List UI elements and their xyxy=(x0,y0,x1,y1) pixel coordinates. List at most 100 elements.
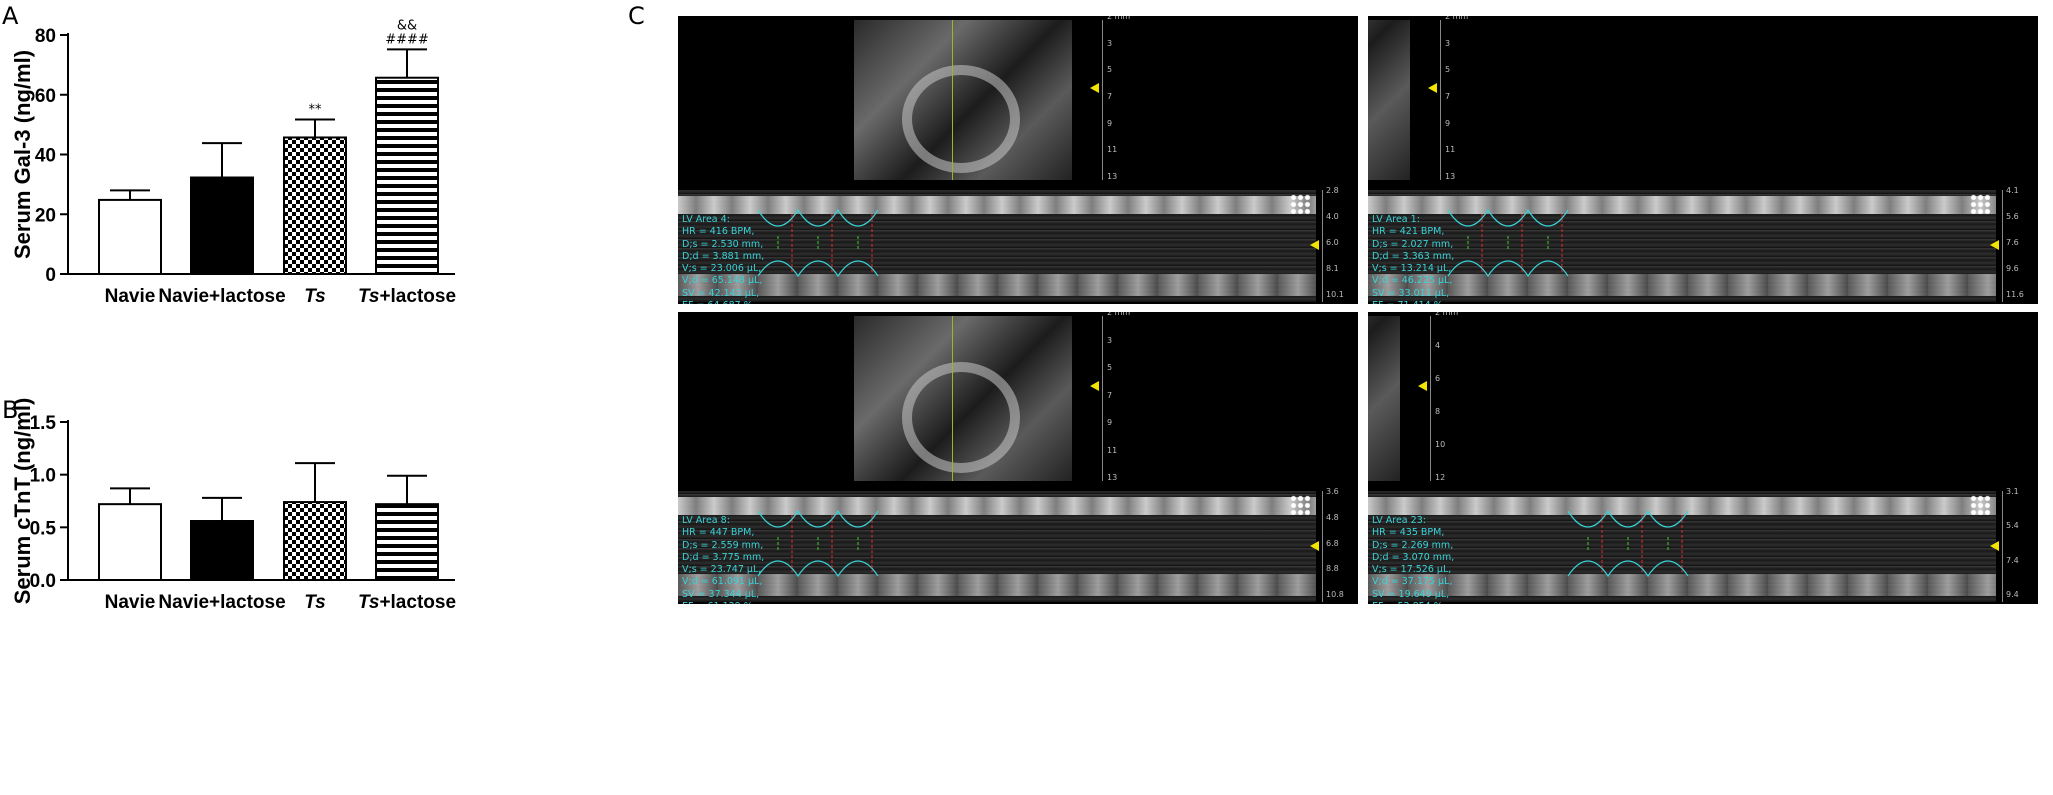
measurement-line: EF = 64.687 %, xyxy=(682,300,782,304)
measurement-line: V;d = 37.175 μL, xyxy=(1372,576,1453,588)
m-scale-label: 11.6 xyxy=(2006,290,2024,299)
depth-scale-label: 2 mm xyxy=(1107,312,1131,317)
depth-marker-icon xyxy=(1090,83,1099,94)
measurement-line: HR = 435 BPM, xyxy=(1372,527,1445,539)
depth-scale-label: 6 xyxy=(1435,374,1441,383)
depth-scale-label: 5 xyxy=(1107,363,1113,372)
m-scale-label: 5.6 xyxy=(2006,212,2019,221)
echo-panel: 2 mm 3 5 7 9 11 13 LV Area 1: HR = 421 BPM, D;s =… xyxy=(1368,16,2038,304)
depth-scale-label: 4 xyxy=(1435,341,1441,350)
significance-label: ** xyxy=(309,103,323,118)
category-label: Ts+lactose xyxy=(358,286,456,307)
measurement-line: SV = 42.143 μL, xyxy=(682,287,760,299)
depth-scale-label: 8 xyxy=(1435,407,1441,416)
measurement-line: V;s = 23.006 μL, xyxy=(682,263,762,275)
significance-label: && xyxy=(397,18,417,33)
depth-scale-label: 13 xyxy=(1107,172,1118,181)
depth-scale-label: 10 xyxy=(1435,440,1446,449)
m-marker-icon xyxy=(1310,240,1319,251)
significance-label: #### xyxy=(385,32,429,47)
measurement-line: V;s = 17.526 μL, xyxy=(1372,564,1452,576)
measurement-line: SV = 37.344 μL, xyxy=(682,588,760,600)
measurement-line: SV = 19.649 μL, xyxy=(1372,588,1450,600)
bar xyxy=(98,503,162,581)
measurement-line: EF = 61.129 %, xyxy=(682,601,782,604)
ventricle-wall xyxy=(901,362,1021,473)
measurement-line: V;d = 65.148 μL, xyxy=(682,275,763,287)
depth-scale-label: 5 xyxy=(1445,65,1451,75)
bar xyxy=(375,503,439,581)
b-mode-image xyxy=(854,316,1072,481)
depth-scale-label: 7 xyxy=(1445,92,1451,101)
cursor-line xyxy=(952,316,954,481)
measurement-line: EF = 71.414 %, xyxy=(1372,300,1472,304)
chart-ctnt: 0.00.51.01.5Serum cTnT (ng/ml) Navie Navie… xyxy=(10,398,456,613)
measurement-line: D;s = 2.530 mm, xyxy=(682,238,764,250)
measurement-line: D;d = 3.070 mm, xyxy=(1372,551,1455,563)
measurement-line: V;d = 61.091 μL, xyxy=(682,576,763,588)
m-scale-line xyxy=(2002,190,2003,302)
depth-marker-icon xyxy=(1418,381,1427,392)
depth-scale-label: 13 xyxy=(1107,473,1118,482)
measurement-line: V;s = 13.214 μL, xyxy=(1372,263,1452,275)
measurement-block: LV Area 1: HR = 421 BPM, D;s = 2.027 mm, D;… xyxy=(1372,214,1472,304)
m-marker-icon xyxy=(1990,240,1999,251)
y-tick-label: 20 xyxy=(35,205,56,226)
depth-scale-label: 2 mm xyxy=(1445,16,1469,21)
m-scale-label: 4.8 xyxy=(1326,512,1339,522)
y-axis-label: Serum Gal-3 (ng/ml) xyxy=(10,50,35,259)
depth-scale-label: 9 xyxy=(1107,418,1113,427)
depth-scale-line xyxy=(1102,316,1103,481)
measurement-line: D;d = 3.881 mm, xyxy=(682,250,765,262)
measurement-line: HR = 447 BPM, xyxy=(682,527,755,539)
bar xyxy=(98,198,162,275)
category-label: Navie xyxy=(105,286,156,307)
depth-scale-label: 5 xyxy=(1107,65,1113,75)
depth-scale-line xyxy=(1102,20,1103,180)
m-scale-label: 9.4 xyxy=(2006,590,2019,599)
echo-panel: 2 mm 4 6 8 10 12 LV Area 23: HR = 435 BPM, D;s =… xyxy=(1368,312,2038,604)
m-scale-label: 2.8 xyxy=(1326,186,1339,195)
measurement-line: HR = 421 BPM, xyxy=(1372,226,1445,238)
category-label: Ts xyxy=(304,286,325,307)
category-label: Navie+lactose xyxy=(158,592,285,613)
depth-scale-label: 7 xyxy=(1107,390,1113,400)
cursor-line xyxy=(952,20,954,180)
depth-marker-icon xyxy=(1428,83,1437,94)
bar xyxy=(190,176,254,275)
m-scale-label: 5.4 xyxy=(2006,521,2019,531)
category-label: Ts+lactose xyxy=(358,592,456,613)
measurement-line: D;d = 3.363 mm, xyxy=(1372,250,1455,262)
ventricle-wall xyxy=(901,64,1021,173)
depth-scale-label: 3 xyxy=(1107,38,1113,48)
echocardiography-panels: 2 mm 3 5 7 9 11 13 LV Area 4: HR = 416 BPM, D;s =… xyxy=(668,0,2053,795)
measurement-line: D;s = 2.027 mm, xyxy=(1372,238,1454,250)
bar xyxy=(283,136,347,275)
m-scale-label: 6.0 xyxy=(1326,238,1339,247)
measurement-block: LV Area 23: HR = 435 BPM, D;s = 2.269 mm, D… xyxy=(1372,515,1466,604)
measurement-line: D;d = 3.775 mm, xyxy=(682,551,765,563)
m-scale-label: 7.6 xyxy=(2006,238,2019,247)
depth-scale-label: 11 xyxy=(1107,445,1118,455)
m-scale-label: 8.8 xyxy=(1326,564,1339,574)
measurement-line: EF = 52.854 %, xyxy=(1372,601,1466,604)
b-mode-image xyxy=(1368,316,1400,481)
bar xyxy=(283,501,347,582)
category-label: Navie+lactose xyxy=(158,286,285,307)
endocardial-trace xyxy=(1567,560,1689,578)
y-tick-label: 40 xyxy=(35,146,56,167)
m-scale-label: 10.8 xyxy=(1326,590,1344,599)
depth-scale-label: 3 xyxy=(1445,38,1451,48)
depth-scale-label: 2 mm xyxy=(1107,16,1131,21)
m-scale-label: 7.4 xyxy=(2006,555,2019,565)
measurement-line: SV = 33.011 μL, xyxy=(1372,287,1450,299)
y-axis-label: Serum cTnT (ng/ml) xyxy=(10,398,35,605)
measurement-block: LV Area 4: HR = 416 BPM, D;s = 2.530 mm, D;… xyxy=(682,214,782,304)
chart-gal3: 0 20 40 60 80Serum Gal-3 (ng/ml) Navie Navie+l… xyxy=(10,18,456,307)
measurement-block: LV Area 8: HR = 447 BPM, D;s = 2.559 mm, D;… xyxy=(682,515,782,604)
y-tick-label: 0 xyxy=(45,265,56,286)
b-mode-image xyxy=(1368,20,1410,180)
measurement-line: HR = 416 BPM, xyxy=(682,226,755,238)
m-scale-label: 6.8 xyxy=(1326,538,1339,548)
depth-marker-icon xyxy=(1090,381,1099,392)
